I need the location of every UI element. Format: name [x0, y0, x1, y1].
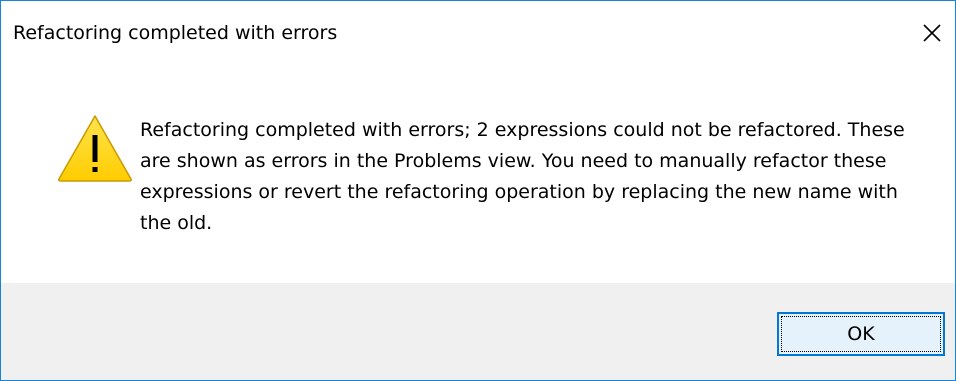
dialog-message: Refactoring completed with errors; 2 exp… [140, 119, 905, 234]
ok-button[interactable]: OK [777, 312, 945, 356]
dialog-title: Refactoring completed with errors [13, 22, 338, 44]
dialog-content: Refactoring completed with errors; 2 exp… [1, 65, 955, 283]
title-bar[interactable]: Refactoring completed with errors [1, 1, 955, 65]
close-icon [922, 23, 942, 43]
dialog-footer: OK [1, 283, 955, 380]
ok-button-label: OK [847, 323, 875, 345]
close-button[interactable] [909, 1, 955, 65]
message-dialog: Refactoring completed with errors Refact… [0, 0, 956, 381]
warning-icon [56, 113, 134, 183]
